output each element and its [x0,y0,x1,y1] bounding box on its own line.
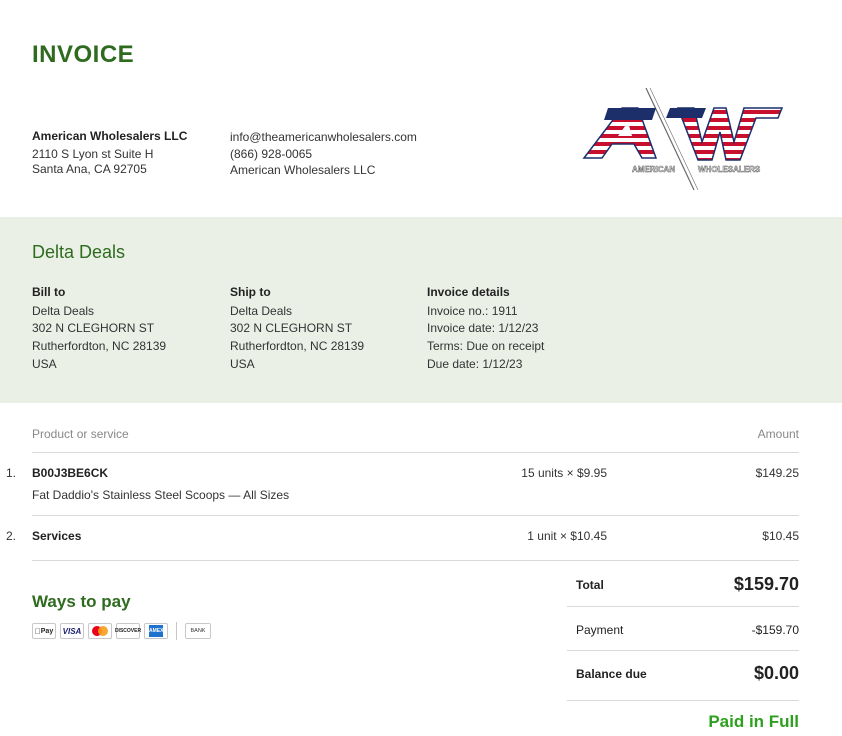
apple-pay-icon: Pay [32,623,56,639]
company-phone[interactable]: (866) 928-0065 [230,146,417,163]
ship-to-heading: Ship to [230,285,271,299]
bill-to-line: USA [32,356,57,371]
row-number: 2. [6,529,17,543]
invoice-details-heading: Invoice details [427,285,510,299]
product-name: B00J3BE6CK [32,466,109,480]
bill-to-heading: Bill to [32,285,66,299]
divider [176,622,177,640]
company-name: American Wholesalers LLC [32,129,188,143]
product-amount: $10.45 [762,529,799,543]
client-name: Delta Deals [32,242,126,262]
company-logo: AMERICAN WHOLESALERS [582,87,784,191]
divider [567,606,799,607]
invoice-date: Invoice date: 1/12/23 [427,321,539,336]
bank-icon: BANK [185,623,211,639]
payment-label: Payment [576,623,624,637]
product-description: Fat Daddio's Stainless Steel Scoops — Al… [32,488,290,502]
company-email[interactable]: info@theamericanwholesalers.com [230,129,417,146]
apple-pay-label: Pay [37,627,53,635]
amex-icon: AMEX [144,623,168,639]
row-number: 1. [6,466,17,480]
divider [567,700,799,701]
bill-to-line: 302 N CLEGHORN ST [32,321,155,336]
ship-to-line: 302 N CLEGHORN ST [230,321,353,336]
invoice-due-date: Due date: 1/12/23 [427,356,523,371]
divider [32,515,799,516]
payment-methods: Pay VISA DISCOVER AMEX BANK [32,622,211,640]
bill-to-section: Bill to Delta Deals 302 N CLEGHORN ST Ru… [32,284,166,374]
logo-tagline-left: AMERICAN [632,165,675,174]
column-header-amount: Amount [757,427,799,441]
product-amount: $149.25 [755,466,799,480]
logo-tagline-right: WHOLESALERS [698,165,761,174]
total-label: Total [576,578,604,592]
balance-due-label: Balance due [576,667,647,681]
discover-icon: DISCOVER [115,623,141,639]
mastercard-icon [88,623,112,639]
company-website[interactable]: American Wholesalers LLC [230,162,417,179]
bill-to-line: Delta Deals [32,303,95,318]
company-contact: info@theamericanwholesalers.com (866) 92… [230,129,417,179]
company-address-line1: 2110 S Lyon st Suite H [32,147,154,161]
invoice-number: Invoice no.: 1911 [427,303,518,318]
invoice-details-section: Invoice details Invoice no.: 1911 Invoic… [427,284,544,374]
company-address: American Wholesalers LLC 2110 S Lyon st … [32,129,187,177]
product-name: Services [32,529,82,543]
divider [567,650,799,651]
payment-value: -$159.70 [751,623,799,637]
product-quantity: 1 unit × $10.45 [527,529,607,543]
bill-to-line: Rutherfordton, NC 28139 [32,339,167,354]
divider [32,452,799,453]
ship-to-section: Ship to Delta Deals 302 N CLEGHORN ST Ru… [230,284,364,374]
ship-to-line: USA [230,356,255,371]
page-title: INVOICE [32,41,135,68]
divider [32,560,799,561]
amex-label: AMEX [149,625,163,637]
column-header-product: Product or service [32,427,129,441]
ship-to-line: Delta Deals [230,303,293,318]
paid-status-badge: Paid in Full [708,712,799,731]
company-address-line2: Santa Ana, CA 92705 [32,162,147,176]
balance-due-value: $0.00 [753,663,799,683]
ship-to-line: Rutherfordton, NC 28139 [230,339,365,354]
product-quantity: 15 units × $9.95 [521,466,607,480]
total-value: $159.70 [733,574,799,594]
invoice-terms: Terms: Due on receipt [427,339,545,354]
visa-icon: VISA [60,623,84,639]
ways-to-pay-heading: Ways to pay [32,592,131,611]
